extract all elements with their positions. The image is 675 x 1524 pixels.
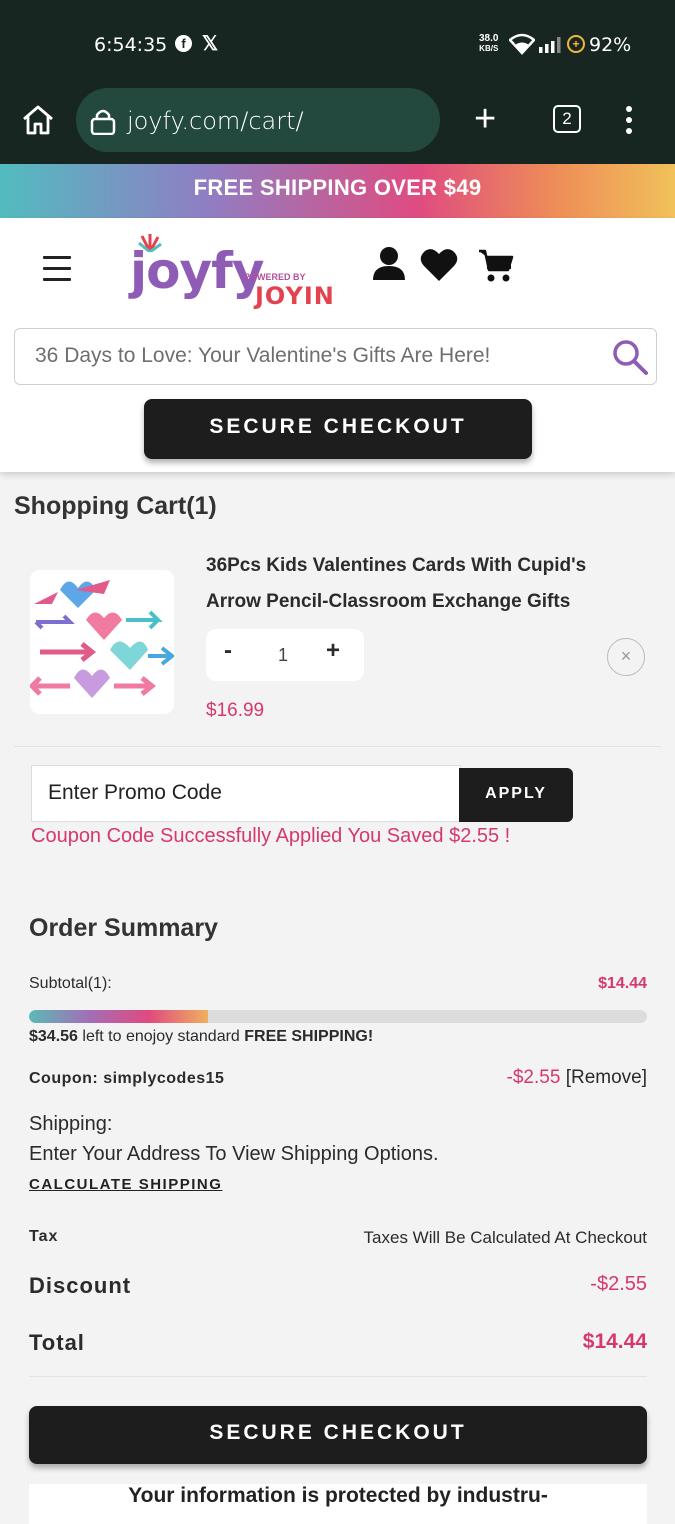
discount-value: -$2.55 [590, 1273, 647, 1295]
divider [14, 746, 661, 747]
lock-icon [90, 109, 116, 135]
free-shipping-remaining-text: $34.56 left to enojoy standard FREE SHIP… [29, 1028, 374, 1045]
discount-label: Discount [29, 1273, 132, 1298]
search-input[interactable] [33, 341, 593, 371]
joyfy-logo[interactable]: joyfy POWERED BY JOYIN [128, 234, 343, 310]
coupon-value-group: -$2.55 [Remove] [507, 1067, 647, 1089]
status-bar: 6:54:35 f 𝕏 38.0 KB/S + 92% [0, 0, 675, 86]
subtotal-value: $14.44 [598, 975, 647, 992]
url-text: joyfy.com/cart/ [127, 107, 304, 135]
remove-coupon-link[interactable]: [Remove] [566, 1067, 647, 1088]
logo-joyin-text: JOYIN [255, 282, 335, 310]
battery-saver-icon: + [567, 35, 585, 53]
new-tab-button[interactable]: + [474, 100, 496, 138]
network-speed: 38.0 KB/S [479, 33, 499, 54]
tab-switcher-button[interactable]: 2 [553, 105, 581, 133]
product-name[interactable]: 36Pcs Kids Valentines Cards With Cupid's… [206, 548, 626, 620]
wishlist-heart-icon[interactable] [420, 248, 458, 282]
quantity-stepper: - 1 + [206, 629, 364, 681]
progress-fill [29, 1010, 209, 1023]
apply-promo-button[interactable]: APPLY [459, 768, 573, 822]
divider [29, 1376, 647, 1377]
product-image[interactable] [30, 570, 174, 714]
shipping-instructions: Enter Your Address To View Shipping Opti… [29, 1143, 439, 1165]
address-bar[interactable]: joyfy.com/cart/ [76, 88, 440, 152]
promo-code-field[interactable] [31, 765, 461, 822]
total-label: Total [29, 1330, 85, 1355]
browser-toolbar: joyfy.com/cart/ + 2 [0, 86, 675, 164]
tax-label: Tax [29, 1228, 59, 1245]
quantity-value[interactable]: 1 [278, 645, 288, 666]
free-shipping-banner[interactable]: FREE SHIPPING OVER $49 [0, 164, 675, 218]
free-shipping-progress-bar [29, 1010, 647, 1023]
valentine-cards-image [30, 570, 174, 714]
account-icon[interactable] [372, 246, 406, 282]
calculate-shipping-link[interactable]: CALCULATE SHIPPING [29, 1176, 222, 1193]
cart-title: Shopping Cart(1) [14, 492, 217, 520]
shipping-label: Shipping: [29, 1113, 113, 1135]
secure-checkout-button-bottom[interactable]: SECURE CHECKOUT [29, 1406, 647, 1464]
remove-item-icon[interactable]: × [607, 638, 645, 676]
search-bar[interactable] [14, 328, 657, 385]
signal-icon [539, 37, 561, 53]
hamburger-menu-icon[interactable] [43, 256, 71, 289]
promo-code-input[interactable] [46, 778, 446, 808]
coupon-success-message: Coupon Code Successfully Applied You Sav… [31, 825, 511, 847]
search-icon[interactable] [611, 338, 649, 376]
logo-joyfy-text: joyfy [130, 242, 264, 300]
product-price: $16.99 [206, 700, 265, 721]
status-time: 6:54:35 [94, 34, 168, 56]
wifi-icon [509, 33, 535, 55]
secure-checkout-button-top[interactable]: SECURE CHECKOUT [144, 399, 532, 459]
subtotal-label: Subtotal(1): [29, 975, 112, 992]
tax-value: Taxes Will Be Calculated At Checkout [363, 1228, 647, 1247]
cart-icon[interactable] [478, 248, 514, 284]
site-header: joyfy POWERED BY JOYIN SECURE CHECKOUT [0, 218, 675, 472]
total-value: $14.44 [582, 1330, 647, 1353]
quantity-increase-button[interactable]: + [326, 637, 340, 665]
security-note: Your information is protected by industr… [29, 1484, 647, 1524]
facebook-icon: f [175, 35, 192, 52]
x-icon: 𝕏 [202, 33, 219, 55]
logo-powered-text: POWERED BY [244, 272, 306, 282]
battery-level: 92% [589, 34, 632, 56]
coupon-discount-value: -$2.55 [506, 1067, 561, 1088]
browser-menu-button[interactable] [626, 106, 632, 139]
quantity-decrease-button[interactable]: - [224, 637, 232, 665]
order-summary-title: Order Summary [29, 914, 218, 942]
home-icon[interactable] [20, 103, 56, 137]
coupon-label: Coupon: simplycodes15 [29, 1070, 225, 1087]
